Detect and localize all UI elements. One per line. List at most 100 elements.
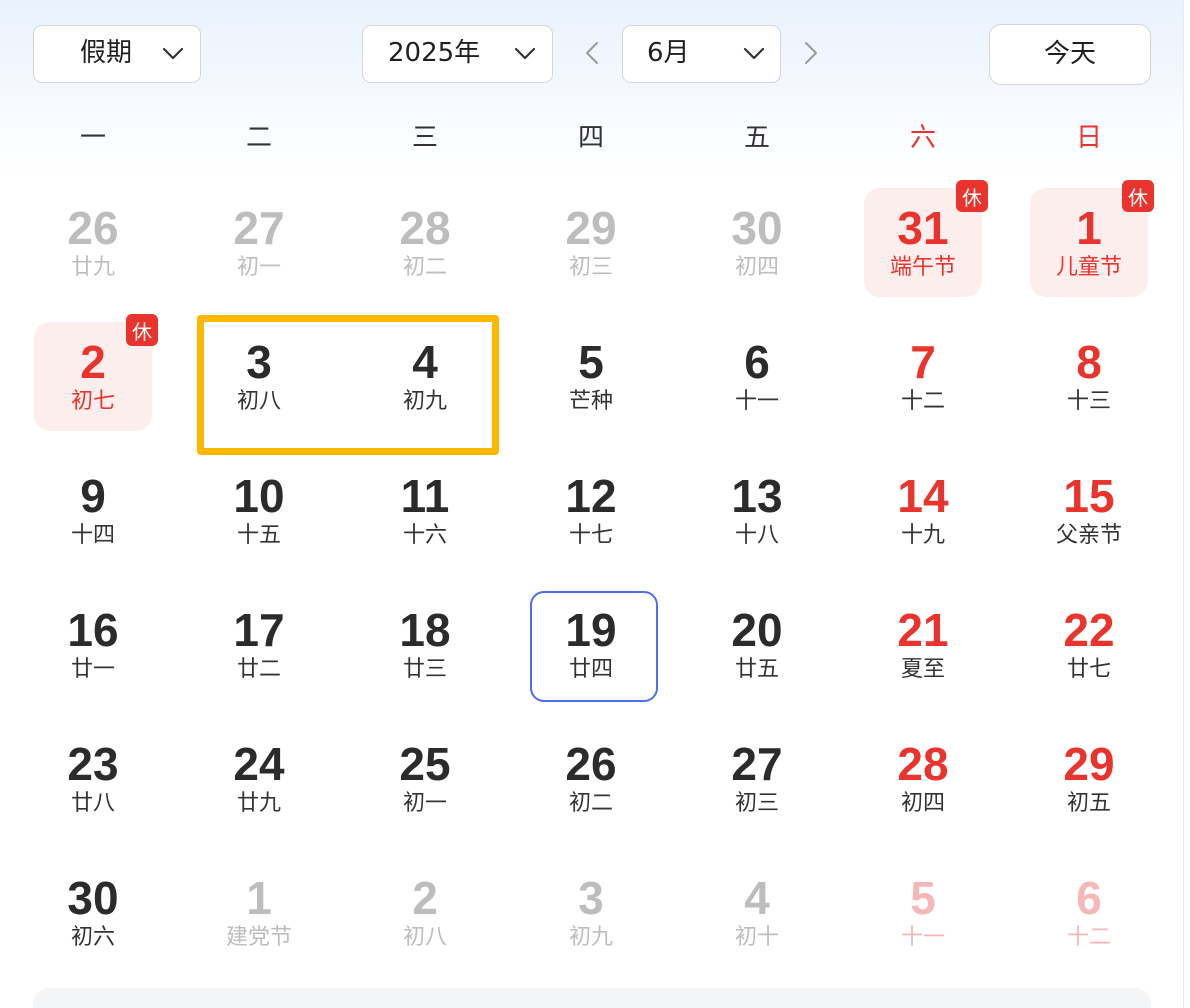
day-number: 29: [565, 202, 617, 254]
chevron-down-icon: [514, 47, 536, 60]
day-cell[interactable]: 17 廿二: [176, 577, 342, 711]
holiday-select[interactable]: 假期: [33, 25, 201, 83]
day-cell[interactable]: 29 初三: [508, 175, 674, 309]
day-cell[interactable]: 4 初十: [674, 845, 840, 979]
day-cell[interactable]: 22 廿七: [1006, 577, 1172, 711]
day-cell[interactable]: 28 初四: [840, 711, 1006, 845]
lunar-label: 初二: [402, 255, 447, 280]
lunar-label: 初一: [236, 255, 281, 280]
day-cell[interactable]: 27 初三: [674, 711, 840, 845]
day-cell[interactable]: 29 初五: [1006, 711, 1172, 845]
day-cell[interactable]: 3 初九: [508, 845, 674, 979]
day-number: 17: [233, 604, 285, 656]
day-cell[interactable]: 24 廿九: [176, 711, 342, 845]
day-cell[interactable]: 7 十二: [840, 309, 1006, 443]
day-cell[interactable]: 4 初九: [342, 309, 508, 455]
day-number: 25: [399, 738, 451, 790]
lunar-label: 建党节: [225, 925, 292, 950]
day-cell[interactable]: 14 十九: [840, 443, 1006, 577]
day-cell[interactable]: 5 十一: [840, 845, 1006, 979]
weekday-label: 一: [79, 123, 106, 153]
day-cell[interactable]: 18 廿三: [342, 577, 508, 711]
lunar-label: 初八: [402, 925, 447, 950]
day-cell[interactable]: 25 初一: [342, 711, 508, 845]
day-cell[interactable]: 13 十八: [674, 443, 840, 577]
day-cell-today[interactable]: 19 廿四: [508, 577, 674, 711]
week-row: 26 廿九 27 初一 28 初二 29 初三 30 初四 31 端午节 休 1…: [10, 175, 1172, 309]
lunar-label: 初四: [734, 255, 779, 280]
week-row: 9 十四 10 十五 11 十六 12 十七 13 十八 14 十九 15 父亲…: [10, 443, 1172, 577]
next-month-button[interactable]: [797, 33, 825, 73]
lunar-label: 初三: [568, 255, 613, 280]
day-cell[interactable]: 8 十三: [1006, 309, 1172, 443]
weekday-header: 一 二 三 四 五 六 日: [10, 115, 1172, 161]
day-cell[interactable]: 31 端午节 休: [840, 175, 1006, 309]
day-cell[interactable]: 6 十二: [1006, 845, 1172, 979]
today-button[interactable]: 今天: [989, 24, 1151, 85]
lunar-label: 十一: [734, 389, 779, 414]
prev-month-button[interactable]: [578, 33, 606, 73]
day-cell[interactable]: 30 初四: [674, 175, 840, 309]
day-number: 26: [67, 202, 119, 254]
day-cell[interactable]: 6 十一: [674, 309, 840, 443]
day-cell[interactable]: 20 廿五: [674, 577, 840, 711]
day-number: 30: [731, 202, 783, 254]
lunar-label: 廿九: [70, 255, 115, 280]
card-edge-fill: [1184, 0, 1190, 1008]
lunar-label: 十二: [900, 389, 945, 414]
month-select[interactable]: 6月: [622, 25, 781, 83]
day-number: 23: [67, 738, 119, 790]
day-number: 5: [578, 336, 604, 388]
day-number: 3: [578, 872, 604, 924]
day-number: 27: [731, 738, 783, 790]
day-number: 26: [565, 738, 617, 790]
lunar-label: 初二: [568, 791, 613, 816]
year-select[interactable]: 2025年: [362, 25, 553, 83]
lunar-label: 初七: [70, 389, 115, 414]
day-cell[interactable]: 5 芒种: [508, 309, 674, 443]
holiday-select-value: 假期: [80, 38, 133, 68]
day-cell[interactable]: 10 十五: [176, 443, 342, 577]
day-cell[interactable]: 2 初七 休: [10, 309, 176, 443]
rest-badge: 休: [956, 180, 988, 212]
day-cell[interactable]: 2 初八: [342, 845, 508, 979]
day-cell[interactable]: 27 初一: [176, 175, 342, 309]
day-cell[interactable]: 26 初二: [508, 711, 674, 845]
weekday-label: 五: [743, 123, 770, 153]
year-select-value: 2025年: [388, 38, 481, 68]
day-cell[interactable]: 16 廿一: [10, 577, 176, 711]
lunar-label: 十六: [402, 523, 447, 548]
day-cell[interactable]: 26 廿九: [10, 175, 176, 309]
week-row: 23 廿八 24 廿九 25 初一 26 初二 27 初三 28 初四 29 初…: [10, 711, 1172, 845]
day-cell[interactable]: 23 廿八: [10, 711, 176, 845]
day-number: 19: [565, 604, 617, 656]
day-number: 28: [897, 738, 949, 790]
day-cell[interactable]: 30 初六: [10, 845, 176, 979]
lunar-label: 十二: [1066, 925, 1111, 950]
day-number: 8: [1076, 336, 1102, 388]
calendar-grid: 26 廿九 27 初一 28 初二 29 初三 30 初四 31 端午节 休 1…: [10, 175, 1172, 979]
day-cell[interactable]: 15 父亲节: [1006, 443, 1172, 577]
weekday-label: 日: [1075, 123, 1102, 153]
lunar-label: 廿四: [568, 657, 613, 682]
lunar-label: 初九: [568, 925, 613, 950]
chevron-down-icon: [162, 47, 184, 60]
day-number: 9: [80, 470, 106, 522]
week-row: 16 廿一 17 廿二 18 廿三 19 廿四 20 廿五 21 夏至 22 廿…: [10, 577, 1172, 711]
day-cell[interactable]: 3 初八: [176, 309, 342, 455]
day-cell[interactable]: 9 十四: [10, 443, 176, 577]
day-cell[interactable]: 28 初二: [342, 175, 508, 309]
day-cell[interactable]: 21 夏至: [840, 577, 1006, 711]
day-cell[interactable]: 11 十六: [342, 443, 508, 577]
day-number: 6: [1076, 872, 1102, 924]
lunar-label: 十九: [900, 523, 945, 548]
day-cell[interactable]: 12 十七: [508, 443, 674, 577]
week-row: 30 初六 1 建党节 2 初八 3 初九 4 初十 5 十一 6 十二: [10, 845, 1172, 979]
lunar-label: 廿七: [1066, 657, 1111, 682]
day-cell[interactable]: 1 建党节: [176, 845, 342, 979]
day-number: 11: [400, 470, 450, 522]
day-number: 28: [399, 202, 451, 254]
day-number: 10: [233, 470, 285, 522]
day-cell[interactable]: 1 儿童节 休: [1006, 175, 1172, 309]
lunar-label: 廿五: [734, 657, 779, 682]
